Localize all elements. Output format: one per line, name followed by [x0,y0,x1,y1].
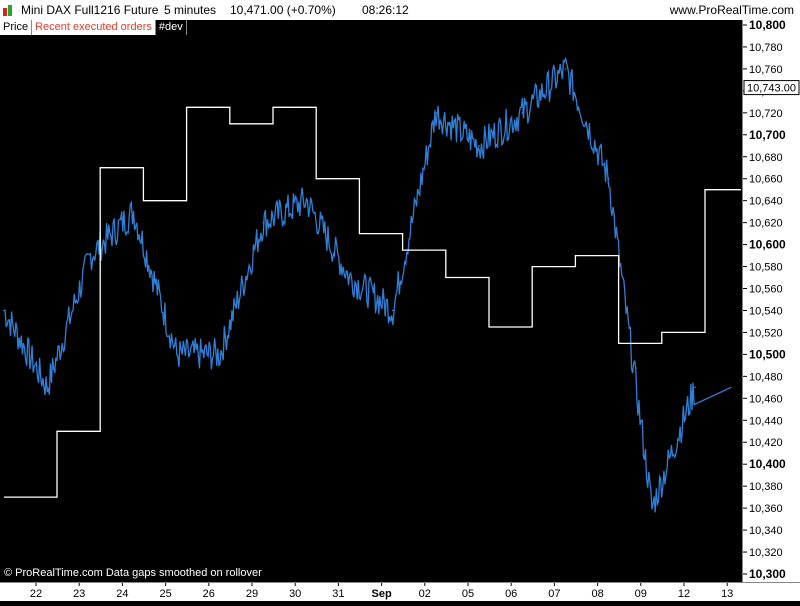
price-point [478,144,481,147]
dev-point [35,496,37,498]
x-tick-label: 25 [159,588,171,600]
dev-point [640,342,642,345]
prorealtime-logo-icon [3,4,17,16]
title-bar: Mini DAX Full1216 Future 5 minutes 10,47… [0,0,800,20]
current-price-label: 10,743.00 [747,83,796,95]
x-tick-label: 13 [721,588,733,600]
clock-time: 08:26:12 [362,3,409,17]
dev-point [553,265,556,268]
timeframe-label: 5 minutes [164,3,217,17]
dev-point [683,331,685,334]
y-tick-label: 10,660 [749,174,783,186]
x-tick-label: 29 [246,588,258,600]
dev-point [510,326,512,328]
y-tick-label: 10,400 [749,457,786,471]
dev-point [294,106,296,108]
x-tick-label: 08 [591,588,603,600]
dev-point [381,233,383,235]
copyright-note: © ProRealTime.com Data gaps smoothed on … [4,567,262,579]
price-point [651,507,653,509]
legend-dev-indicator[interactable]: #dev [155,20,187,35]
y-tick-label: 10,420 [749,437,783,449]
y-tick-label: 10,340 [749,525,783,537]
price-point [305,199,308,202]
last-price-change: 10,471.00 (+0.70%) [230,3,336,17]
dev-point [597,254,599,257]
price-chart[interactable] [0,20,742,582]
dev-point [78,430,80,432]
dev-point [121,167,123,169]
price-point [348,276,351,279]
y-tick-label: 10,520 [749,327,783,339]
y-tick-label: 10,460 [749,393,783,405]
y-tick-label: 10,380 [749,481,783,493]
time-axis-labels: 22 23 24 25 26 29 30 31 Sep 02 05 06 07 08 09 12 13 [30,583,733,600]
legend-recent-orders[interactable]: Recent executed orders [32,20,156,35]
price-point [392,309,394,312]
legend-price[interactable]: Price [0,20,33,35]
y-tick-label: 10,780 [749,42,783,54]
x-tick-label: 23 [73,588,85,600]
y-tick-label: 10,720 [749,108,783,120]
price-series-line [3,57,732,513]
x-tick-label: 05 [462,588,474,600]
y-tick-label: 10,360 [749,503,783,515]
y-tick-label: 10,320 [749,547,783,559]
dev-step-line [4,106,741,498]
y-tick-label: 10,580 [749,262,783,274]
price-point [132,210,135,213]
price-point [521,112,524,114]
x-tick-label: 12 [678,588,690,600]
y-tick-label: 10,640 [749,196,783,208]
price-point [219,353,221,356]
dev-point [467,276,469,279]
x-tick-label: Sep [372,588,392,600]
y-tick-label: 10,620 [749,218,783,230]
dev-point [208,106,210,108]
price-point [564,68,567,70]
dev-point [424,249,426,251]
y-tick-label: 10,700 [749,128,786,142]
chart-plot-area[interactable] [0,20,742,582]
x-tick-label: 31 [332,588,344,600]
x-tick-label: 02 [419,588,431,600]
x-tick-label: 07 [548,588,560,600]
y-tick-label: 10,440 [749,415,783,427]
price-point [435,112,437,114]
price-point [176,353,178,356]
price-axis[interactable]: 10,80010,78010,76010,74010,72010,70010,6… [742,18,800,582]
price-point [262,221,265,224]
x-tick-label: 22 [30,588,42,600]
x-tick-label: 06 [505,588,517,600]
y-tick-label: 10,300 [749,567,786,581]
price-point [46,386,48,389]
y-tick-label: 10,560 [749,284,783,296]
x-tick-label: 30 [289,588,301,600]
y-tick-label: 10,480 [749,371,783,383]
site-link[interactable]: www.ProRealTime.com [670,0,794,20]
dev-point [165,200,167,202]
y-tick-label: 10,680 [749,152,783,164]
y-tick-label: 10,540 [749,305,783,317]
dev-point [726,189,728,191]
x-tick-label: 09 [635,588,647,600]
chart-legend: Price Recent executed orders #dev [0,20,187,35]
price-point [694,386,696,389]
instrument-name: Mini DAX Full1216 Future [21,3,159,17]
x-tick-label: 26 [203,588,215,600]
price-point [608,177,610,180]
y-tick-label: 10,760 [749,64,783,76]
price-axis-labels: 10,80010,78010,76010,74010,72010,70010,6… [743,18,800,581]
y-tick-label: 10,600 [749,238,786,252]
x-tick-label: 24 [116,588,128,600]
price-point [3,309,5,312]
y-tick-label: 10,800 [749,20,786,32]
dev-point [337,178,339,180]
y-tick-label: 10,500 [749,347,786,361]
time-axis[interactable]: 22 23 24 25 26 29 30 31 Sep 02 05 06 07 08 09 12 13 [0,582,800,601]
dev-point [251,123,253,125]
price-point [89,254,92,257]
